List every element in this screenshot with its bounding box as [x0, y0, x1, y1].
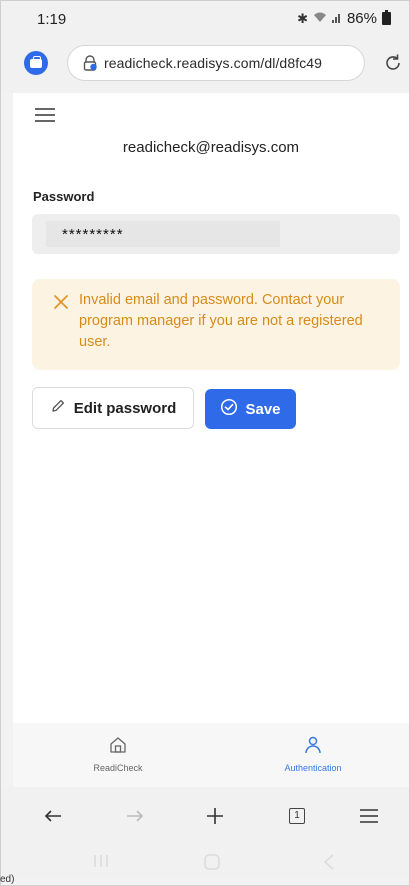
status-bar: 1:19 ✱ 86% [1, 1, 409, 35]
forward-arrow-icon[interactable] [123, 805, 147, 827]
battery-percent: 86% [346, 10, 377, 27]
url-text: readicheck.readisys.com/dl/d8fc49 [104, 55, 323, 71]
recent-apps-icon[interactable] [93, 854, 109, 873]
tab-count: 1 [289, 808, 305, 824]
alert-message: Invalid email and password. Contact your… [79, 292, 363, 350]
nav-label-authentication: Authentication [284, 763, 342, 773]
error-alert: Invalid email and password. Contact your… [32, 279, 400, 370]
edit-password-label: Edit password [73, 399, 177, 417]
nav-label-readicheck: ReadiCheck [93, 763, 143, 773]
home-icon [108, 737, 128, 759]
reload-icon[interactable] [383, 53, 403, 73]
close-icon [53, 294, 69, 310]
back-arrow-icon[interactable] [41, 805, 65, 827]
status-icons: ✱ 86% [297, 10, 391, 27]
check-circle-icon [220, 398, 238, 421]
save-label: Save [245, 400, 281, 418]
address-bar[interactable]: readicheck.readisys.com/dl/d8fc49 [67, 45, 365, 81]
status-time: 1:19 [37, 11, 67, 28]
nav-item-authentication[interactable]: Authentication [258, 735, 368, 773]
user-icon [303, 736, 323, 759]
tabs-button[interactable]: 1 [285, 805, 309, 827]
system-nav-bar [1, 845, 409, 877]
wifi-icon [313, 11, 327, 26]
signal-icon [331, 11, 342, 26]
battery-icon [382, 10, 391, 25]
browser-menu-icon[interactable] [357, 805, 381, 827]
bluetooth-icon: ✱ [297, 10, 308, 26]
edit-password-button[interactable]: Edit password [32, 387, 194, 429]
browser-toolbar: 1 [1, 787, 409, 845]
page-content: readicheck@readisys.com Password *******… [13, 93, 409, 723]
browser-url-bar: readicheck.readisys.com/dl/d8fc49 [1, 35, 409, 93]
password-field[interactable]: ********* [32, 214, 400, 254]
nav-item-readicheck[interactable]: ReadiCheck [63, 735, 173, 773]
password-label: Password [33, 189, 95, 204]
user-email: readicheck@readisys.com [122, 139, 300, 156]
home-button-icon[interactable] [204, 854, 220, 875]
phone-screen: 1:19 ✱ 86% readicheck.readisys.com/dl/d8… [0, 0, 410, 886]
save-button[interactable]: Save [205, 389, 296, 429]
back-button-icon[interactable] [323, 854, 335, 875]
app-bottom-nav: ReadiCheck Authentication [13, 723, 409, 787]
site-info-icon[interactable] [82, 55, 98, 71]
menu-icon[interactable] [35, 108, 55, 122]
caption-fragment: ed) [0, 874, 15, 885]
new-tab-plus-icon[interactable] [203, 805, 227, 827]
password-value: ********* [62, 226, 124, 243]
briefcase-icon[interactable] [24, 51, 48, 75]
pencil-icon [50, 398, 66, 419]
